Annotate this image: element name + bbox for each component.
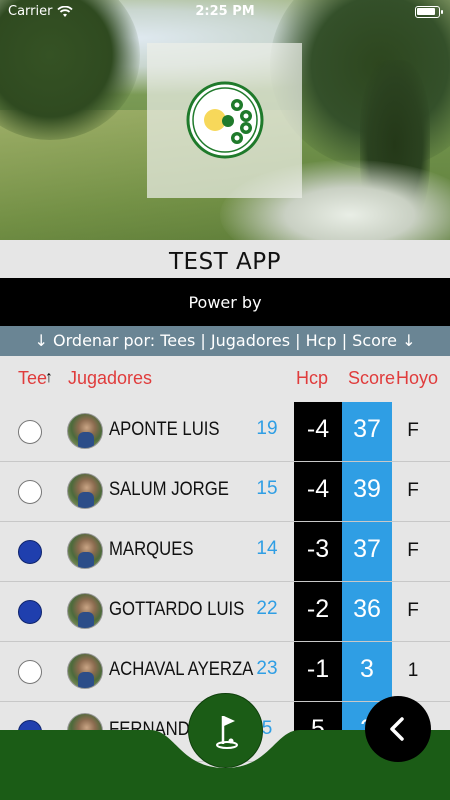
player-name: SALUM JORGE bbox=[109, 479, 229, 500]
player-score: 37 bbox=[353, 535, 381, 563]
table-row[interactable]: SALUM JORGE 15 -4 39 F bbox=[0, 462, 450, 522]
table-row[interactable]: APONTE LUIS 19 -4 37 F bbox=[0, 402, 450, 462]
sort-arrow-icon[interactable]: ↑ bbox=[45, 369, 53, 387]
player-hole: 1 bbox=[407, 660, 419, 681]
avatar bbox=[67, 473, 103, 509]
header-photo bbox=[0, 0, 450, 240]
player-hcp: 15 bbox=[256, 478, 278, 499]
tee-marker bbox=[18, 600, 42, 624]
player-score: 3 bbox=[360, 655, 374, 683]
column-header-score[interactable]: Score bbox=[348, 368, 395, 389]
column-header-players[interactable]: Jugadores bbox=[68, 368, 152, 389]
player-score: 37 bbox=[353, 415, 381, 443]
scorecard-button[interactable] bbox=[188, 693, 263, 768]
player-name: GOTTARDO LUIS bbox=[109, 599, 245, 620]
status-bar: Carrier 2:25 PM bbox=[0, 0, 450, 24]
player-diff: -4 bbox=[306, 475, 330, 503]
status-time: 2:25 PM bbox=[195, 4, 255, 19]
battery-icon bbox=[415, 6, 443, 18]
avatar bbox=[67, 653, 103, 689]
player-name: APONTE LUIS bbox=[109, 419, 220, 440]
player-hole: F bbox=[407, 540, 419, 561]
player-hole: F bbox=[407, 600, 419, 621]
player-name: MARQUES bbox=[109, 539, 194, 560]
player-diff: -1 bbox=[306, 655, 330, 683]
tee-marker bbox=[18, 420, 42, 444]
player-diff: -2 bbox=[306, 595, 330, 623]
app-title: TEST APP bbox=[0, 240, 450, 278]
tee-marker bbox=[18, 480, 42, 504]
table-row[interactable]: GOTTARDO LUIS 22 -2 36 F bbox=[0, 582, 450, 642]
avatar bbox=[67, 593, 103, 629]
player-diff: -3 bbox=[306, 535, 330, 563]
column-header-tee[interactable]: Tee bbox=[18, 368, 47, 389]
player-hole: F bbox=[407, 420, 419, 441]
tee-marker bbox=[18, 540, 42, 564]
player-hcp: 22 bbox=[256, 598, 278, 619]
player-name: ACHAVAL AYERZA bbox=[109, 659, 254, 680]
player-diff: -4 bbox=[306, 415, 330, 443]
table-header: Tee ↑ Jugadores Hcp Score Hoyo bbox=[0, 356, 450, 402]
player-score: 36 bbox=[353, 595, 381, 623]
power-by-label: Power by bbox=[0, 278, 450, 326]
player-hcp: 19 bbox=[256, 418, 278, 439]
column-header-hole[interactable]: Hoyo bbox=[396, 368, 438, 389]
club-logo-icon bbox=[186, 81, 264, 159]
app-root: Carrier 2:25 PM TEST APP Power by ↓ Orde… bbox=[0, 0, 450, 800]
back-button[interactable] bbox=[365, 696, 431, 762]
tee-marker bbox=[18, 660, 42, 684]
avatar bbox=[67, 413, 103, 449]
chevron-left-icon bbox=[390, 717, 404, 741]
player-hole: F bbox=[407, 480, 419, 501]
golf-flag-icon bbox=[216, 716, 238, 749]
player-hcp: 14 bbox=[256, 538, 278, 559]
avatar bbox=[67, 533, 103, 569]
sort-bar[interactable]: ↓ Ordenar por: Tees | Jugadores | Hcp | … bbox=[0, 326, 450, 356]
column-header-hcp[interactable]: Hcp bbox=[296, 368, 328, 389]
player-score: 39 bbox=[353, 475, 381, 503]
table-row[interactable]: MARQUES 14 -3 37 F bbox=[0, 522, 450, 582]
player-hcp: 23 bbox=[256, 658, 278, 679]
